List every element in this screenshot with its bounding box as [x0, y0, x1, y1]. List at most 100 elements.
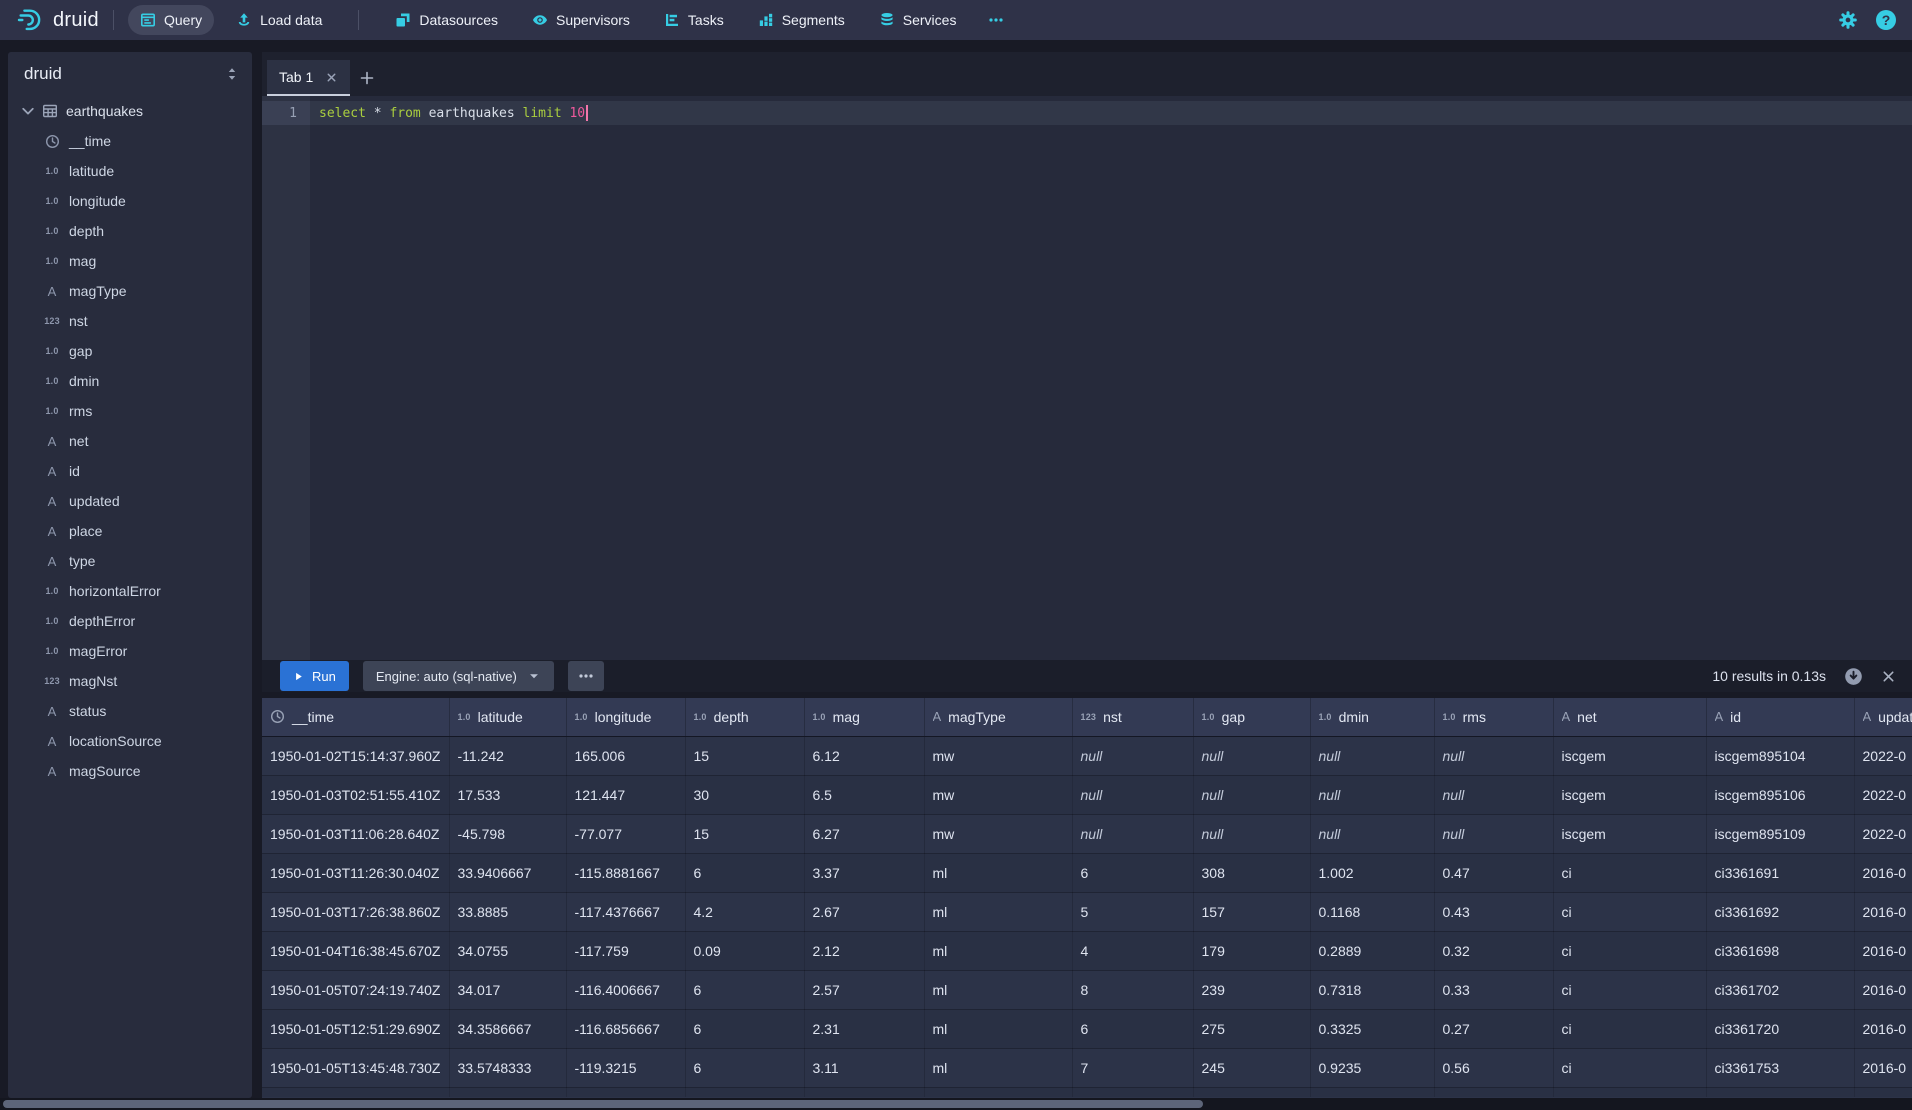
tab-tab-1[interactable]: Tab 1 [267, 60, 350, 96]
cell[interactable]: null [1310, 736, 1434, 775]
column-header-updated[interactable]: Aupdated [1854, 698, 1912, 736]
cell[interactable]: 3.37 [804, 853, 924, 892]
column-item--time[interactable]: __time [8, 126, 252, 156]
column-header-longitude[interactable]: 1.0longitude [566, 698, 685, 736]
column-item-deptherror[interactable]: 1.0depthError [8, 606, 252, 636]
cell[interactable]: mw [924, 736, 1072, 775]
cell[interactable]: 308 [1193, 853, 1310, 892]
horizontal-scrollbar-thumb[interactable] [3, 1100, 1203, 1108]
cell[interactable]: -11.242 [449, 736, 566, 775]
column-item-mag[interactable]: 1.0mag [8, 246, 252, 276]
cell[interactable]: iscgem895109 [1706, 814, 1854, 853]
cell[interactable]: 6 [685, 1048, 804, 1087]
cell[interactable]: 3.11 [804, 1048, 924, 1087]
cell[interactable]: null [1310, 775, 1434, 814]
cell[interactable]: ci3361720 [1706, 1009, 1854, 1048]
cell[interactable]: 0.09 [685, 931, 804, 970]
cell[interactable]: 245 [1193, 1048, 1310, 1087]
cell[interactable]: null [1310, 814, 1434, 853]
cell[interactable]: -119.3215 [566, 1048, 685, 1087]
engine-select-button[interactable]: Engine: auto (sql-native) [363, 661, 554, 691]
column-header--time[interactable]: __time [262, 698, 449, 736]
cell[interactable]: 6 [685, 1009, 804, 1048]
cell[interactable]: 7 [1072, 1048, 1193, 1087]
cell[interactable]: 6.27 [804, 814, 924, 853]
column-item-place[interactable]: Aplace [8, 516, 252, 546]
nav-item-query[interactable]: Query [128, 5, 214, 35]
cell[interactable]: ci [1553, 931, 1706, 970]
cell[interactable]: 30 [685, 775, 804, 814]
cell[interactable]: 6 [685, 970, 804, 1009]
cell[interactable]: 2022-0 [1854, 814, 1912, 853]
cell[interactable]: 2016-0 [1854, 970, 1912, 1009]
cell[interactable]: 6.12 [804, 736, 924, 775]
cell[interactable]: 0.1168 [1310, 892, 1434, 931]
column-item-magsource[interactable]: AmagSource [8, 756, 252, 786]
column-header-magtype[interactable]: AmagType [924, 698, 1072, 736]
cell[interactable]: ci3361692 [1706, 892, 1854, 931]
cell[interactable]: -45.798 [449, 814, 566, 853]
nav-item-segments[interactable]: Segments [746, 5, 857, 35]
column-header-gap[interactable]: 1.0gap [1193, 698, 1310, 736]
cell[interactable]: 4.2 [685, 892, 804, 931]
cell[interactable]: 0.3325 [1310, 1009, 1434, 1048]
settings-gear-icon[interactable] [1838, 10, 1858, 30]
cell[interactable]: 2016-0 [1854, 1048, 1912, 1087]
nav-item-load-data[interactable]: Load data [224, 5, 334, 35]
cell[interactable]: 0.56 [1434, 1048, 1553, 1087]
cell[interactable]: 17.533 [449, 775, 566, 814]
cell[interactable]: 0.9235 [1310, 1048, 1434, 1087]
download-icon[interactable] [1844, 667, 1863, 686]
cell[interactable]: null [1193, 736, 1310, 775]
new-tab-plus-icon[interactable] [350, 60, 384, 96]
datasource-item-earthquakes[interactable]: earthquakes [8, 96, 252, 126]
cell[interactable]: 2016-0 [1854, 853, 1912, 892]
cell[interactable]: 1950-01-03T17:26:38.860Z [262, 892, 449, 931]
column-item-gap[interactable]: 1.0gap [8, 336, 252, 366]
cell[interactable]: 15 [685, 814, 804, 853]
cell[interactable]: -115.8881667 [566, 853, 685, 892]
cell[interactable]: 1950-01-03T11:26:30.040Z [262, 853, 449, 892]
column-item-depth[interactable]: 1.0depth [8, 216, 252, 246]
cell[interactable]: 2022-0 [1854, 775, 1912, 814]
cell[interactable]: -116.4006667 [566, 970, 685, 1009]
cell[interactable]: 121.447 [566, 775, 685, 814]
cell[interactable]: ml [924, 931, 1072, 970]
column-item-magerror[interactable]: 1.0magError [8, 636, 252, 666]
cell[interactable]: iscgem [1553, 814, 1706, 853]
chevron-down-icon[interactable] [20, 103, 36, 119]
cell[interactable]: 6.5 [804, 775, 924, 814]
column-item-rms[interactable]: 1.0rms [8, 396, 252, 426]
cell[interactable]: 1950-01-03T02:51:55.410Z [262, 775, 449, 814]
close-results-icon[interactable] [1881, 669, 1896, 684]
column-item-horizontalerror[interactable]: 1.0horizontalError [8, 576, 252, 606]
cell[interactable]: 8 [1072, 970, 1193, 1009]
cell[interactable]: 1950-01-05T12:51:29.690Z [262, 1009, 449, 1048]
cell[interactable]: null [1434, 814, 1553, 853]
column-item-latitude[interactable]: 1.0latitude [8, 156, 252, 186]
cell[interactable]: null [1072, 736, 1193, 775]
nav-item-services[interactable]: Services [867, 5, 969, 35]
column-item-status[interactable]: Astatus [8, 696, 252, 726]
cell[interactable]: 0.33 [1434, 970, 1553, 1009]
cell[interactable]: ml [924, 1048, 1072, 1087]
cell[interactable]: 1950-01-02T15:14:37.960Z [262, 736, 449, 775]
cell[interactable]: 1950-01-05T13:45:48.730Z [262, 1048, 449, 1087]
cell[interactable]: 1950-01-05T07:24:19.740Z [262, 970, 449, 1009]
cell[interactable]: null [1193, 775, 1310, 814]
cell[interactable]: 6 [1072, 853, 1193, 892]
cell[interactable]: 2022-0 [1854, 736, 1912, 775]
cell[interactable]: 1.002 [1310, 853, 1434, 892]
query-more-button[interactable] [568, 661, 604, 691]
cell[interactable]: 275 [1193, 1009, 1310, 1048]
cell[interactable]: -77.077 [566, 814, 685, 853]
run-button[interactable]: Run [280, 661, 349, 691]
cell[interactable]: 33.5748333 [449, 1048, 566, 1087]
cell[interactable]: 1950-01-03T11:06:28.640Z [262, 814, 449, 853]
cell[interactable]: 239 [1193, 970, 1310, 1009]
column-item-magtype[interactable]: AmagType [8, 276, 252, 306]
column-header-net[interactable]: Anet [1553, 698, 1706, 736]
cell[interactable]: iscgem895106 [1706, 775, 1854, 814]
nav-item-tasks[interactable]: Tasks [652, 5, 736, 35]
cell[interactable]: null [1072, 775, 1193, 814]
